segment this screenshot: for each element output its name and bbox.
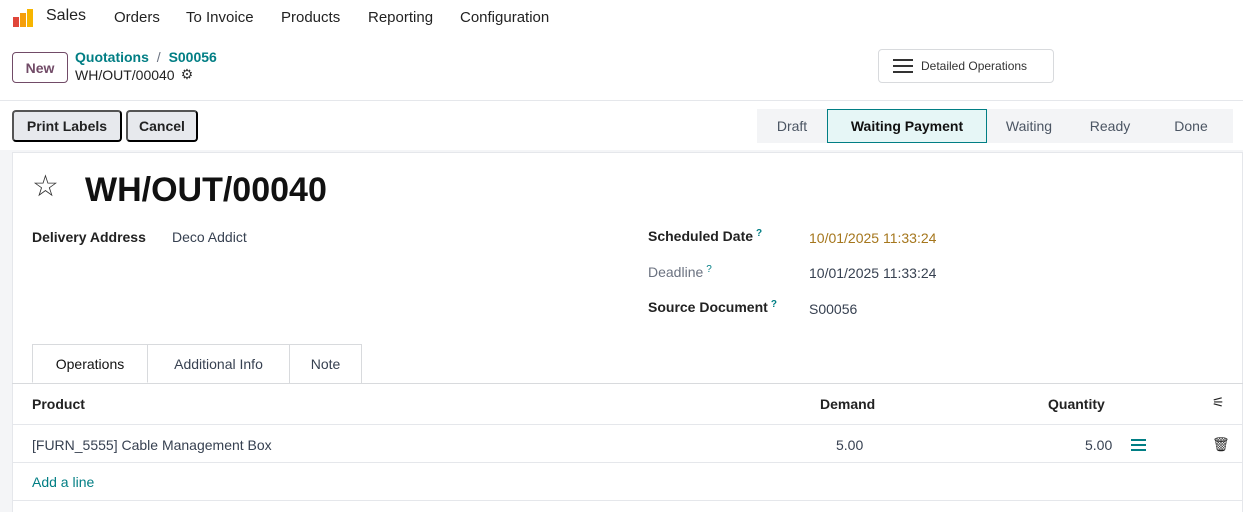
table-header-divider xyxy=(12,424,1243,425)
scheduled-date-value[interactable]: 10/01/2025 11:33:24 xyxy=(809,230,936,246)
current-record: WH/OUT/00040 ⚙ xyxy=(75,66,193,83)
detailed-operations-label: Detailed Operations xyxy=(921,59,1028,73)
source-document-value[interactable]: S00056 xyxy=(809,301,857,317)
help-icon[interactable]: ? xyxy=(706,264,712,275)
menu-orders[interactable]: Orders xyxy=(114,9,160,26)
status-bar: Draft Waiting Payment Waiting Ready Done xyxy=(757,109,1233,143)
deadline-value: 10/01/2025 11:33:24 xyxy=(809,265,937,281)
source-document-text: Source Document xyxy=(648,299,768,315)
top-navbar: Sales Orders To Invoice Products Reporti… xyxy=(0,0,1243,36)
menu-products[interactable]: Products xyxy=(281,9,340,26)
divider xyxy=(0,100,1243,101)
scheduled-date-text: Scheduled Date xyxy=(648,228,754,244)
product-cell[interactable]: [FURN_5555] Cable Management Box xyxy=(32,437,272,453)
table-row-divider xyxy=(12,462,1243,463)
scheduled-date-label: Scheduled Date? xyxy=(648,228,762,244)
column-quantity[interactable]: Quantity xyxy=(1048,396,1105,412)
record-name: WH/OUT/00040 xyxy=(75,66,175,83)
breadcrumb-sale-order[interactable]: S00056 xyxy=(169,49,217,65)
deadline-label: Deadline? xyxy=(648,264,712,280)
help-icon[interactable]: ? xyxy=(756,228,762,239)
delivery-address-label: Delivery Address xyxy=(32,229,146,245)
gear-icon[interactable]: ⚙ xyxy=(181,66,194,83)
stage-draft[interactable]: Draft xyxy=(757,109,827,143)
breadcrumb-separator: / xyxy=(156,49,161,65)
stage-waiting-payment[interactable]: Waiting Payment xyxy=(827,109,987,143)
tab-operations[interactable]: Operations xyxy=(32,344,148,383)
print-labels-button[interactable]: Print Labels xyxy=(12,110,122,142)
tab-additional-info[interactable]: Additional Info xyxy=(148,344,290,383)
breadcrumb-quotations[interactable]: Quotations xyxy=(75,49,149,65)
table-bottom-divider xyxy=(12,500,1243,501)
quantity-cell[interactable]: 5.00 xyxy=(1085,437,1112,453)
deadline-text: Deadline xyxy=(648,264,704,280)
menu-configuration[interactable]: Configuration xyxy=(460,9,549,26)
new-button[interactable]: New xyxy=(12,52,68,83)
source-document-label: Source Document? xyxy=(648,299,777,315)
help-icon[interactable]: ? xyxy=(771,299,777,310)
detailed-list-icon[interactable] xyxy=(1131,439,1146,451)
menu-to-invoice[interactable]: To Invoice xyxy=(186,9,254,26)
delivery-address-value[interactable]: Deco Addict xyxy=(172,229,247,245)
stage-waiting[interactable]: Waiting xyxy=(987,109,1071,143)
star-icon[interactable]: ☆ xyxy=(32,172,59,202)
stage-ready[interactable]: Ready xyxy=(1071,109,1149,143)
menu-reporting[interactable]: Reporting xyxy=(368,9,433,26)
cancel-button[interactable]: Cancel xyxy=(126,110,198,142)
column-demand[interactable]: Demand xyxy=(820,396,875,412)
sales-app-icon[interactable] xyxy=(13,9,35,27)
column-settings-icon[interactable]: ⚟ xyxy=(1212,394,1225,411)
app-name[interactable]: Sales xyxy=(46,7,86,25)
trash-icon[interactable]: 🗑 xyxy=(1212,436,1230,453)
hamburger-icon xyxy=(893,59,913,73)
tab-divider xyxy=(12,383,1243,384)
record-title: WH/OUT/00040 xyxy=(85,171,327,209)
stage-done[interactable]: Done xyxy=(1149,109,1233,143)
demand-cell[interactable]: 5.00 xyxy=(836,437,863,453)
add-line-link[interactable]: Add a line xyxy=(32,474,94,490)
breadcrumb: Quotations / S00056 xyxy=(75,49,217,65)
detailed-operations-button[interactable]: Detailed Operations xyxy=(878,49,1054,83)
tab-note[interactable]: Note xyxy=(290,344,362,383)
column-product[interactable]: Product xyxy=(32,396,85,412)
